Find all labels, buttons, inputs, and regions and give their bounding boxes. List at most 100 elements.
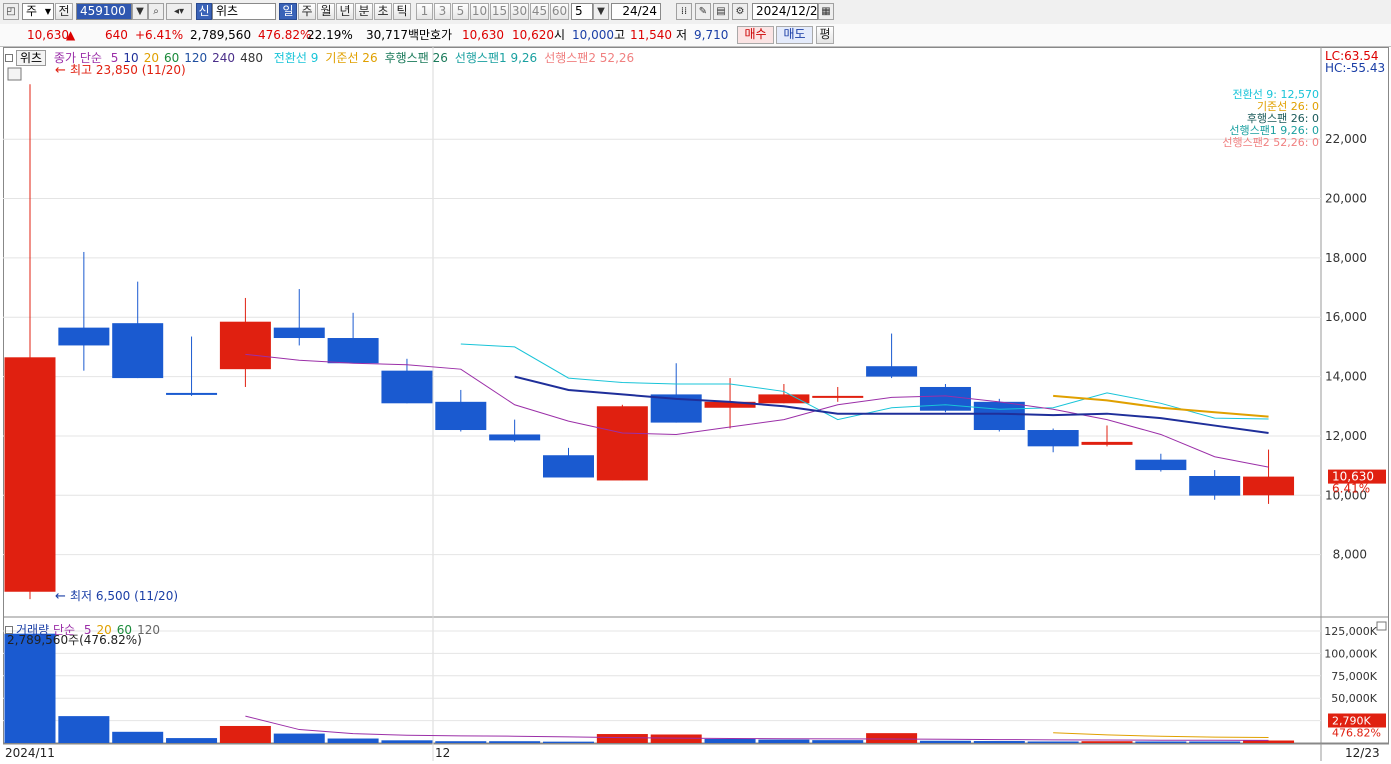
period-button-2[interactable]: 월 <box>317 3 335 20</box>
candle-body[interactable] <box>919 386 971 411</box>
calendar-icon[interactable]: ▦ <box>818 3 834 20</box>
volume-bar[interactable] <box>166 738 218 743</box>
candle-body[interactable] <box>435 401 487 431</box>
crosshair-tool-icon[interactable]: ✎ <box>695 3 711 20</box>
candle-body[interactable] <box>1243 476 1295 496</box>
minute-preset-7[interactable]: 60 <box>550 3 569 20</box>
market-all-button[interactable]: 전 <box>55 3 73 20</box>
volume-bar[interactable] <box>596 734 648 743</box>
price-legend: 위츠 종가 단순 5 10 20 60 120 240 480 전환선 9 기준선 26 후행스… <box>5 49 634 66</box>
volume-pane-close-icon[interactable] <box>1376 621 1387 631</box>
price-tick-label: 22,000 <box>1325 132 1367 146</box>
candle-body[interactable] <box>489 434 541 441</box>
candle-body[interactable] <box>4 357 56 592</box>
current-change-tag-text: 6.41% <box>1332 482 1370 496</box>
volume-bar[interactable] <box>435 741 487 743</box>
minute-preset-5[interactable]: 30 <box>510 3 529 20</box>
volume-bar[interactable] <box>273 733 325 743</box>
low-label: 저 <box>676 28 688 42</box>
candle-body[interactable] <box>812 395 864 398</box>
candle-body[interactable] <box>1189 476 1241 496</box>
compress-icon[interactable]: ⁞⁞ <box>676 3 692 20</box>
volume-bar[interactable] <box>973 741 1025 743</box>
code-dropdown-icon[interactable]: ▼ <box>132 3 148 20</box>
volume-bar[interactable] <box>812 740 864 743</box>
volume-bar[interactable] <box>112 731 164 743</box>
period-button-6[interactable]: 틱 <box>393 3 411 20</box>
minute-preset-2[interactable]: 5 <box>452 3 469 20</box>
volume-bar[interactable] <box>919 740 971 743</box>
volume-bar[interactable] <box>866 733 918 743</box>
evaluate-button[interactable]: 평 <box>816 26 834 44</box>
period-button-0[interactable]: 일 <box>279 3 297 20</box>
turnover-rate: 22.19% <box>307 28 353 42</box>
candle-body[interactable] <box>973 401 1025 431</box>
volume-bar[interactable] <box>1135 741 1187 743</box>
minute-preset-1[interactable]: 3 <box>434 3 451 20</box>
change-percent: +6.41% <box>135 28 184 42</box>
volume-bar[interactable] <box>4 633 56 743</box>
count-field[interactable]: 24/24 <box>611 3 661 20</box>
stock-name-field[interactable]: 위츠 <box>212 3 276 20</box>
volume-bar[interactable] <box>543 741 594 743</box>
candle-body[interactable] <box>758 394 810 404</box>
volume-bar[interactable] <box>1189 741 1241 743</box>
candle-body[interactable] <box>543 455 594 478</box>
legend-ichimoku-0: 전환선 9 <box>273 51 319 65</box>
gear-icon[interactable]: ⚙ <box>732 3 748 20</box>
candle-body[interactable] <box>112 323 164 379</box>
candle-body[interactable] <box>1135 459 1187 471</box>
price-volume-chart[interactable]: 8,00010,00012,00014,00016,00018,00020,00… <box>3 47 1389 761</box>
candle-body[interactable] <box>166 392 218 395</box>
window-menu-icon[interactable]: ◰ <box>3 3 19 20</box>
period-button-5[interactable]: 초 <box>374 3 392 20</box>
stock-code-input[interactable]: 459100 <box>76 3 132 20</box>
legend-stock-name[interactable]: 위츠 <box>16 50 47 66</box>
minute-dropdown-icon[interactable]: ▼ <box>593 3 609 20</box>
minute-preset-6[interactable]: 45 <box>530 3 549 20</box>
legend-ichimoku-4: 선행스팬2 52,26 <box>544 51 635 65</box>
volume-bar[interactable] <box>489 741 541 743</box>
candle-body[interactable] <box>219 321 271 370</box>
minute-preset-3[interactable]: 10 <box>470 3 489 20</box>
volume-value: 2,789,560 <box>190 28 252 42</box>
candle-body[interactable] <box>273 327 325 339</box>
sell-button[interactable]: 매도 <box>776 26 813 44</box>
candle-body[interactable] <box>866 366 918 377</box>
period-button-3[interactable]: 년 <box>336 3 354 20</box>
market-select[interactable]: 주 ▼ <box>22 3 54 20</box>
volume-bar[interactable] <box>1027 741 1079 743</box>
minute-preset-4[interactable]: 15 <box>490 3 509 20</box>
x-axis-label-end: 12/23 <box>1345 746 1380 760</box>
volume-tick-label: 50,000K <box>1331 692 1377 705</box>
volume-legend-toggle-icon[interactable] <box>5 626 13 634</box>
candle-body[interactable] <box>1081 441 1133 445</box>
minute-preset-0[interactable]: 1 <box>416 3 433 20</box>
volume-tick-label: 100,000K <box>1324 647 1377 660</box>
volume-bar[interactable] <box>219 725 271 743</box>
candle-body[interactable] <box>596 406 648 481</box>
market-select-value: 주 <box>26 4 38 18</box>
period-button-4[interactable]: 분 <box>355 3 373 20</box>
volume-bar[interactable] <box>381 740 433 743</box>
candle-body[interactable] <box>327 338 379 364</box>
candle-body[interactable] <box>1027 430 1079 447</box>
candle-body[interactable] <box>381 370 433 404</box>
volume-bar[interactable] <box>758 739 810 743</box>
candle-body[interactable] <box>58 327 110 346</box>
volume-bar[interactable] <box>58 716 110 743</box>
prev-next-icon[interactable]: ◂▾ <box>166 3 192 20</box>
volume-bar[interactable] <box>327 738 379 743</box>
minute-value-field[interactable]: 5 <box>571 3 593 20</box>
search-icon[interactable]: ⌕ <box>148 3 164 20</box>
quote-strip: 10,630 ▲ 640 +6.41% 2,789,560 476.82% 22… <box>0 24 1391 47</box>
period-button-1[interactable]: 주 <box>298 3 316 20</box>
x-axis-label-month: 12 <box>435 746 450 760</box>
legend-toggle-icon[interactable] <box>5 54 13 62</box>
buy-button[interactable]: 매수 <box>737 26 774 44</box>
save-icon[interactable]: ▤ <box>713 3 729 20</box>
chart-grid-toggle-icon[interactable] <box>7 67 22 81</box>
volume-bar[interactable] <box>704 738 756 743</box>
volume-bar[interactable] <box>1081 741 1133 743</box>
date-field[interactable]: 2024/12/23 <box>752 3 825 20</box>
